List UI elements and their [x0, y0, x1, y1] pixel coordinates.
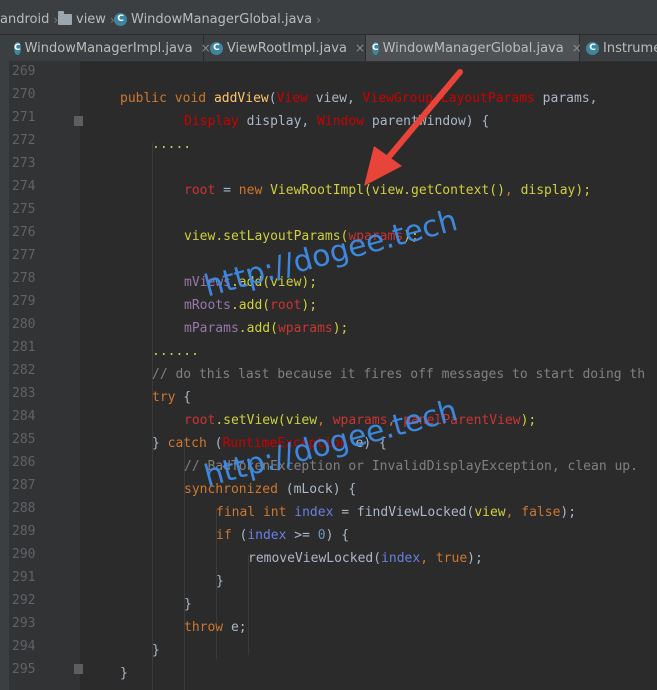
- code-line-289: if (index >= 0) {: [216, 528, 350, 543]
- line-number: 277: [12, 248, 36, 263]
- breadcrumb-label: view: [76, 12, 106, 27]
- line-number: 289: [12, 524, 36, 539]
- code-line-280: mParams.add(wparams);: [184, 321, 349, 336]
- line-number: 276: [12, 225, 36, 240]
- code-line-283: try {: [152, 390, 192, 405]
- class-icon: C: [586, 41, 599, 55]
- line-number: 284: [12, 409, 36, 424]
- line-number: 278: [12, 271, 36, 286]
- folder-icon: [58, 11, 72, 25]
- code-line-272: .....: [152, 137, 192, 152]
- code-line-274: root = new ViewRootImpl(view.getContext(…: [184, 183, 592, 198]
- line-number: 282: [12, 363, 36, 378]
- code-line-281: ......: [152, 344, 199, 359]
- line-number: 271: [12, 110, 36, 125]
- line-number: 287: [12, 478, 36, 493]
- line-number: 290: [12, 547, 36, 562]
- tab-windowmanagerglobal[interactable]: C WindowManagerGlobal.java ×: [366, 35, 582, 61]
- code-line-293: throw e;: [184, 620, 247, 635]
- code-line-294: }: [152, 643, 160, 658]
- breadcrumb-label: WindowManagerGlobal.java: [131, 12, 313, 27]
- fold-marker-icon[interactable]: [74, 116, 83, 126]
- line-number: 269: [12, 64, 36, 79]
- line-number: 272: [12, 133, 36, 148]
- line-number: 274: [12, 179, 36, 194]
- class-icon: C: [14, 41, 21, 55]
- code-line-270: public void addView(View view, ViewGroup…: [120, 91, 598, 106]
- tab-instrumentation[interactable]: C Instrume: [580, 35, 657, 61]
- code-line-271: Display display, Window parentWindow) {: [184, 114, 490, 129]
- line-number: 279: [12, 294, 36, 309]
- line-number: 273: [12, 156, 36, 171]
- line-number: 293: [12, 616, 36, 631]
- breadcrumb: android › view › C WindowManagerGlobal.j…: [0, 6, 657, 35]
- tab-label: WindowManagerGlobal.java: [382, 40, 564, 56]
- chevron-right-icon: ›: [316, 12, 321, 27]
- indent-guide: [152, 143, 153, 690]
- breadcrumb-item-android[interactable]: android ›: [0, 12, 58, 27]
- code-line-292: }: [184, 597, 192, 612]
- line-number: 270: [12, 87, 36, 102]
- code-line-295: }: [120, 666, 128, 681]
- code-editor[interactable]: public void addView(View view, ViewGroup…: [88, 61, 657, 690]
- line-number: 295: [12, 662, 36, 677]
- fold-marker-icon[interactable]: [74, 664, 83, 674]
- line-number: 288: [12, 501, 36, 516]
- indent-guide: [248, 555, 249, 655]
- code-line-279: mRoots.add(root);: [184, 298, 318, 313]
- close-icon[interactable]: ×: [355, 41, 365, 55]
- line-number: 292: [12, 593, 36, 608]
- breadcrumb-item-file[interactable]: C WindowManagerGlobal.java ›: [114, 12, 321, 27]
- line-number: 286: [12, 455, 36, 470]
- tool-window-strip: [0, 61, 9, 690]
- line-number: 294: [12, 639, 36, 654]
- breadcrumb-item-view[interactable]: view ›: [58, 11, 115, 27]
- line-number: 291: [12, 570, 36, 585]
- line-number: 275: [12, 202, 36, 217]
- breadcrumb-label: android: [0, 12, 50, 27]
- line-number: 283: [12, 386, 36, 401]
- editor-tab-bar: C WindowManagerImpl.java × C ViewRootImp…: [0, 35, 657, 62]
- class-icon: C: [114, 13, 127, 26]
- tab-viewrootimpl[interactable]: C ViewRootImpl.java ×: [204, 35, 366, 61]
- tab-windowmanagerimpl[interactable]: C WindowManagerImpl.java ×: [8, 35, 211, 61]
- class-icon: C: [372, 41, 379, 55]
- line-number: 280: [12, 317, 36, 332]
- tab-label: WindowManagerImpl.java: [24, 40, 193, 56]
- line-number: 281: [12, 340, 36, 355]
- tab-label: ViewRootImpl.java: [226, 40, 347, 56]
- code-line-291: }: [216, 574, 224, 589]
- code-line-288: final int index = findViewLocked(view, f…: [216, 505, 577, 520]
- class-icon: C: [210, 41, 223, 55]
- tab-label: Instrume: [603, 40, 657, 56]
- line-number: 285: [12, 432, 36, 447]
- code-line-290: removeViewLocked(index, true);: [248, 551, 483, 566]
- code-line-282: // do this last because it fires off mes…: [152, 367, 646, 382]
